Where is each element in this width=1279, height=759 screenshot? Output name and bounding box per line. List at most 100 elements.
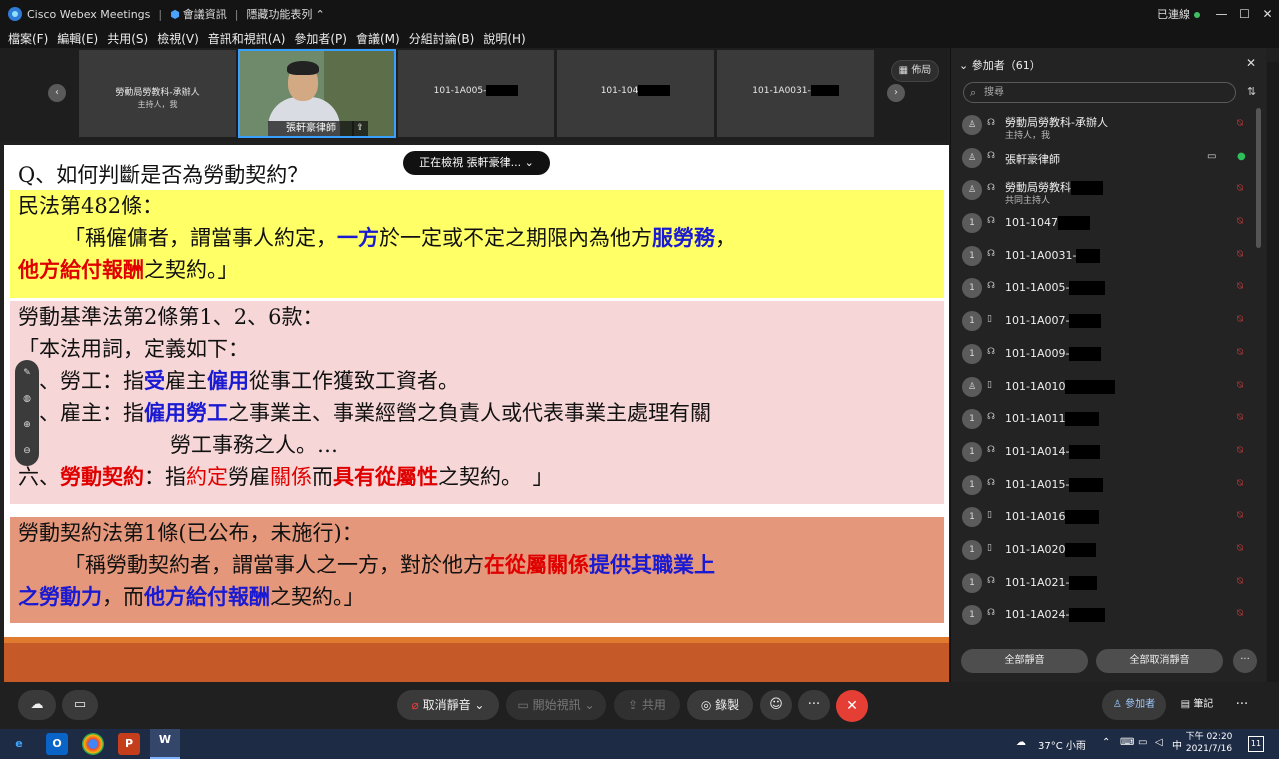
- menu-meeting[interactable]: 會議(M): [356, 30, 400, 47]
- notes-tab-button[interactable]: ▤ 筆記: [1170, 690, 1224, 720]
- minimize-button[interactable]: —: [1210, 7, 1233, 21]
- volume-icon[interactable]: ◁: [1155, 737, 1163, 748]
- mic-muted-icon[interactable]: ⍉: [1237, 380, 1243, 391]
- sort-icon[interactable]: ⇅: [1247, 85, 1256, 98]
- avatar-icon: ♙: [962, 147, 982, 168]
- menu-audio-video[interactable]: 音訊和視訊(A): [208, 30, 286, 47]
- network-icon[interactable]: ▭: [1138, 737, 1147, 748]
- participant-row[interactable]: 1 ☊ 101-1A009- ⍉: [951, 337, 1251, 370]
- share-icon[interactable]: ⇪: [352, 121, 368, 136]
- video-tile[interactable]: 101-1A005-: [398, 50, 554, 137]
- participant-row[interactable]: 1 ☊ 101-1A015- ⍉: [951, 468, 1251, 501]
- panel-header[interactable]: ⌄ 參加者（61）: [959, 57, 1041, 73]
- participant-search-input[interactable]: ⌕ 搜尋: [963, 82, 1236, 103]
- participants-tab-button[interactable]: ♙ 參加者: [1102, 690, 1166, 720]
- unmute-all-button[interactable]: 全部取消靜音: [1096, 649, 1223, 673]
- menu-breakout[interactable]: 分組討論(B): [409, 30, 475, 47]
- participant-row[interactable]: 1 ☊ 101-1A014- ⍉: [951, 435, 1251, 468]
- participant-row[interactable]: 1 ☊ 101-1A021- ⍉: [951, 566, 1251, 599]
- mic-muted-icon[interactable]: ⍉: [1237, 478, 1243, 489]
- mic-on-icon[interactable]: ●: [1237, 151, 1246, 162]
- zoom-out-icon[interactable]: ⊖: [15, 438, 39, 464]
- menu-share[interactable]: 共用(S): [107, 30, 148, 47]
- mic-muted-icon[interactable]: ⍉: [1237, 183, 1243, 194]
- start-video-button[interactable]: ▭ 開始視訊 ⌄: [506, 690, 606, 720]
- mic-muted-icon[interactable]: ⍉: [1237, 118, 1243, 129]
- participant-row[interactable]: ♙ ☊ 張軒豪律師 ▭ ●: [951, 141, 1251, 174]
- mic-muted-icon[interactable]: ⍉: [1237, 216, 1243, 227]
- meeting-info-button[interactable]: 會議資訊: [183, 6, 227, 22]
- participant-row[interactable]: 1 ☊ 101-1A024- ⍉: [951, 598, 1251, 631]
- webex-taskbar-icon[interactable]: W: [150, 729, 180, 759]
- video-icon: ▭: [517, 698, 533, 712]
- mic-muted-icon[interactable]: ⍉: [1237, 347, 1243, 358]
- device-icon: ▯: [987, 314, 992, 325]
- system-clock[interactable]: 下午 02:20 2021/7/16: [1184, 731, 1234, 755]
- layout-button[interactable]: ▦ 佈局: [891, 60, 939, 82]
- mute-all-button[interactable]: 全部靜音: [961, 649, 1088, 673]
- menu-participant[interactable]: 參加者(P): [294, 30, 347, 47]
- mic-muted-icon[interactable]: ⍉: [1237, 412, 1243, 423]
- chrome-icon[interactable]: [82, 733, 104, 755]
- more-options-button[interactable]: ···: [1233, 649, 1257, 673]
- participant-row[interactable]: ♙ ☊ 勞動局勞教科-承辦人 主持人，我 ⍉: [951, 108, 1251, 141]
- share-button[interactable]: ⇪ 共用: [614, 690, 680, 720]
- participant-row[interactable]: 1 ▯ 101-1A016 ⍉: [951, 500, 1251, 533]
- mic-muted-icon[interactable]: ⍉: [1237, 576, 1243, 587]
- weather-text[interactable]: 37°C 小雨: [1038, 737, 1086, 752]
- pointer-icon[interactable]: ◍: [15, 386, 39, 412]
- participant-row[interactable]: 1 ▯ 101-1A007- ⍉: [951, 304, 1251, 337]
- powerpoint-icon[interactable]: P: [118, 733, 140, 755]
- microphone-icon[interactable]: ⌨: [1120, 737, 1134, 748]
- participant-row[interactable]: 1 ▯ 101-1A020 ⍉: [951, 533, 1251, 566]
- meeting-status-icon[interactable]: ☁: [18, 690, 56, 720]
- hide-menu-button[interactable]: 隱藏功能表列: [246, 6, 312, 22]
- participant-row[interactable]: 1 ☊ 101-1047 ⍉: [951, 206, 1251, 239]
- participant-row[interactable]: ♙ ▯ 101-1A010 ⍉: [951, 370, 1251, 403]
- menu-file[interactable]: 檔案(F): [8, 30, 48, 47]
- video-tile-host[interactable]: 勞動局勞教科-承辦人 主持人，我: [79, 50, 236, 137]
- window-scrollbar[interactable]: [1267, 62, 1279, 682]
- scrollbar[interactable]: [1256, 108, 1261, 248]
- notification-icon[interactable]: 11: [1248, 736, 1264, 752]
- strip-prev-button[interactable]: ‹: [48, 84, 66, 102]
- redaction: [1076, 248, 1101, 263]
- unmute-button[interactable]: ⌀ 取消靜音 ⌄: [397, 690, 499, 720]
- leave-meeting-button[interactable]: ✕: [836, 690, 868, 722]
- participant-row[interactable]: 1 ☊ 101-1A0031- ⍉: [951, 239, 1251, 272]
- viewing-dropdown[interactable]: 正在檢視 張軒豪律... ⌄: [403, 151, 550, 175]
- reactions-icon[interactable]: ☺: [760, 690, 792, 720]
- mic-muted-icon[interactable]: ⍉: [1237, 314, 1243, 325]
- participant-row[interactable]: ♙ ☊ 勞動局勞教科 共同主持人 ⍉: [951, 173, 1251, 206]
- mic-muted-icon[interactable]: ⍉: [1237, 249, 1243, 260]
- menu-edit[interactable]: 編輯(E): [57, 30, 98, 47]
- mic-muted-icon[interactable]: ⍉: [1237, 445, 1243, 456]
- chat-icon[interactable]: ▭: [62, 690, 98, 720]
- outlook-icon[interactable]: O: [46, 733, 68, 755]
- mic-muted-icon[interactable]: ⍉: [1237, 510, 1243, 521]
- mic-muted-icon[interactable]: ⍉: [1237, 608, 1243, 619]
- video-tile[interactable]: 101-104: [557, 50, 714, 137]
- participant-row[interactable]: 1 ☊ 101-1A011 ⍉: [951, 402, 1251, 435]
- menu-view[interactable]: 檢視(V): [157, 30, 199, 47]
- menu-help[interactable]: 說明(H): [483, 30, 525, 47]
- annotate-icon[interactable]: ✎: [15, 360, 39, 386]
- panel-more-icon[interactable]: ···: [1226, 690, 1258, 720]
- more-icon[interactable]: ···: [798, 690, 830, 720]
- video-tile[interactable]: 101-1A0031-: [717, 50, 874, 137]
- strip-next-button[interactable]: ›: [887, 84, 905, 102]
- chevron-up-icon[interactable]: ⌃: [315, 8, 324, 21]
- weather-icon[interactable]: ☁: [1016, 737, 1026, 748]
- participant-row[interactable]: 1 ☊ 101-1A005- ⍉: [951, 271, 1251, 304]
- mic-muted-icon[interactable]: ⍉: [1237, 281, 1243, 292]
- record-button[interactable]: ◎ 錄製: [687, 690, 753, 720]
- edge-icon[interactable]: e: [8, 733, 30, 755]
- close-window-button[interactable]: ✕: [1256, 7, 1279, 21]
- tray-chevron-up-icon[interactable]: ⌃: [1102, 737, 1110, 748]
- zoom-in-icon[interactable]: ⊕: [15, 412, 39, 438]
- maximize-button[interactable]: ☐: [1233, 7, 1256, 21]
- video-tile-active-speaker[interactable]: 張軒豪律師 ⇪: [238, 49, 396, 138]
- mic-muted-icon[interactable]: ⍉: [1237, 543, 1243, 554]
- close-panel-button[interactable]: ✕: [1246, 56, 1256, 70]
- ime-icon[interactable]: 中: [1172, 737, 1182, 752]
